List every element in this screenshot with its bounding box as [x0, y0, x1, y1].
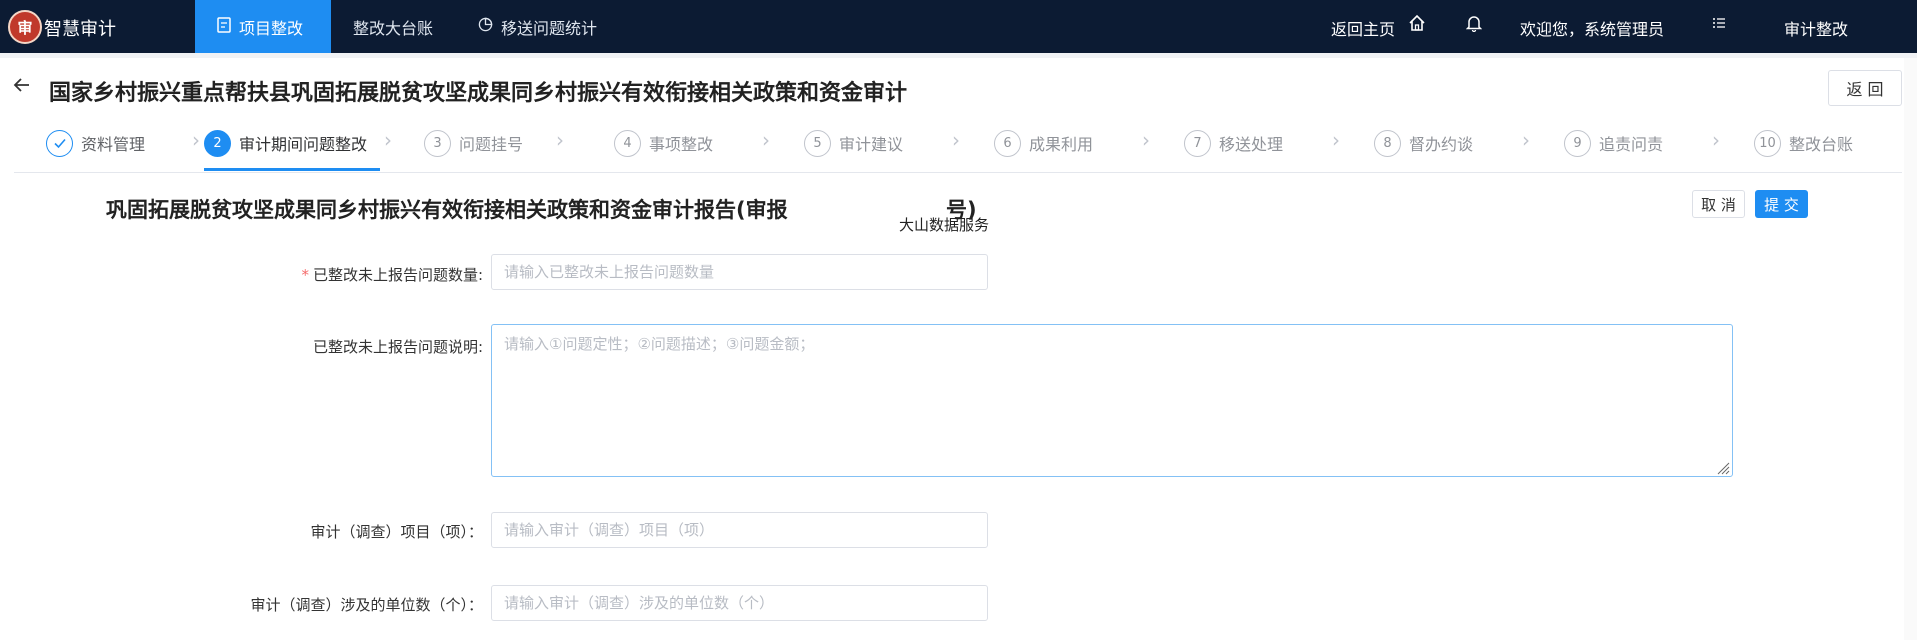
step-number: 6 [994, 129, 1021, 157]
bell-icon[interactable] [1465, 14, 1483, 37]
rectified-unreported-count-input[interactable] [491, 254, 988, 290]
nav-item-rectification-ledger[interactable]: 整改大台账 [353, 0, 433, 53]
step-number: 5 [804, 129, 831, 157]
step-supervision-interview[interactable]: 8 督办约谈 [1374, 128, 1473, 158]
step-number: 2 [204, 129, 231, 157]
chevron-right-icon: › [1142, 128, 1150, 152]
main-content-card: 国家乡村振兴重点帮扶县巩固拓展脱贫攻坚成果同乡村振兴有效衔接相关政策和资金审计 … [0, 58, 1917, 640]
step-audit-suggestion[interactable]: 5 审计建议 [804, 128, 903, 158]
step-label: 督办约谈 [1409, 135, 1474, 154]
step-transfer-handling[interactable]: 7 移送处理 [1184, 128, 1283, 158]
top-navigation-bar: 审 智慧审计 项目整改 整改大台账 移送问题统计 返回主页 欢迎您，系统管理员 … [0, 0, 1917, 53]
document-icon [217, 16, 231, 37]
resize-handle-icon[interactable] [1716, 460, 1730, 475]
audit-projects-input[interactable] [491, 512, 988, 548]
step-audit-period-rectification[interactable]: 2 审计期间问题整改 [204, 128, 367, 158]
pie-chart-icon [478, 17, 493, 36]
chevron-right-icon: › [192, 128, 200, 152]
step-number: 4 [614, 129, 641, 157]
module-switcher[interactable]: 审计整改 [1784, 16, 1848, 40]
chevron-right-icon: › [1332, 128, 1340, 152]
nav-item-transfer-statistics[interactable]: 移送问题统计 [478, 0, 597, 53]
step-label: 问题挂号 [459, 135, 524, 154]
audit-units-input[interactable] [491, 585, 988, 621]
active-step-underline [204, 168, 380, 171]
back-arrow-icon[interactable] [12, 75, 32, 101]
step-number: 9 [1564, 129, 1591, 157]
step-label: 追责问责 [1599, 135, 1664, 154]
welcome-text: 欢迎您，系统管理员 [1520, 20, 1665, 39]
page-title: 国家乡村振兴重点帮扶县巩固拓展脱贫攻坚成果同乡村振兴有效衔接相关政策和资金审计 [49, 81, 908, 106]
step-label: 事项整改 [649, 135, 714, 154]
app-brand: 智慧审计 [44, 19, 116, 40]
step-data-management[interactable]: 资料管理 [46, 128, 145, 158]
step-label: 整改台账 [1789, 135, 1854, 154]
step-item-rectification[interactable]: 4 事项整改 [614, 128, 713, 158]
step-label: 移送处理 [1219, 135, 1284, 154]
chevron-right-icon: › [762, 128, 770, 152]
home-icon[interactable] [1408, 14, 1426, 37]
nav-item-project-rectification[interactable]: 项目整改 [195, 0, 331, 53]
step-label: 资料管理 [81, 135, 146, 154]
step-accountability[interactable]: 9 追责问责 [1564, 128, 1663, 158]
nav-label: 移送问题统计 [501, 18, 598, 38]
chevron-right-icon: › [384, 128, 392, 152]
form-title: 巩固拓展脱贫攻坚成果同乡村振兴有效衔接相关政策和资金审计报告(审报 [106, 198, 788, 222]
cancel-button[interactable]: 取 消 [1692, 190, 1745, 218]
return-button[interactable]: 返 回 [1828, 70, 1902, 106]
field-label-audit-units: 审计（调查）涉及的单位数（个）： [250, 596, 483, 614]
chevron-right-icon: › [556, 128, 564, 152]
required-mark: * [301, 266, 309, 284]
chevron-right-icon: › [952, 128, 960, 152]
step-rectification-ledger[interactable]: 10 整改台账 [1754, 128, 1853, 158]
home-link[interactable]: 返回主页 [1331, 16, 1395, 40]
step-label: 成果利用 [1029, 135, 1094, 154]
nav-label: 整改大台账 [353, 18, 434, 38]
nav-label: 项目整改 [239, 18, 304, 38]
watermark-text: 大山数据服务 [899, 216, 990, 234]
chevron-right-icon: › [1712, 128, 1720, 152]
step-number: 10 [1754, 129, 1781, 157]
step-label: 审计建议 [839, 135, 904, 154]
list-menu-icon[interactable] [1712, 14, 1726, 35]
step-label: 审计期间问题整改 [239, 135, 368, 154]
field-label-rectified-unreported-desc: 已整改未上报告问题说明: [312, 338, 483, 356]
steps-divider [14, 172, 1902, 173]
submit-button[interactable]: 提 交 [1755, 190, 1808, 218]
step-number: 3 [424, 129, 451, 157]
step-issue-registration[interactable]: 3 问题挂号 [424, 128, 523, 158]
check-icon [46, 129, 73, 157]
step-number: 8 [1374, 129, 1401, 157]
field-label-audit-projects: 审计（调查）项目（项）： [310, 523, 483, 541]
vertical-scrollbar[interactable] [1904, 58, 1917, 640]
field-label-rectified-unreported-count: * 已整改未上报告问题数量: [301, 266, 483, 284]
step-number: 7 [1184, 129, 1211, 157]
rectified-unreported-desc-textarea[interactable] [491, 324, 1733, 477]
chevron-right-icon: › [1522, 128, 1530, 152]
app-logo: 审 [8, 10, 42, 44]
step-result-utilization[interactable]: 6 成果利用 [994, 128, 1093, 158]
